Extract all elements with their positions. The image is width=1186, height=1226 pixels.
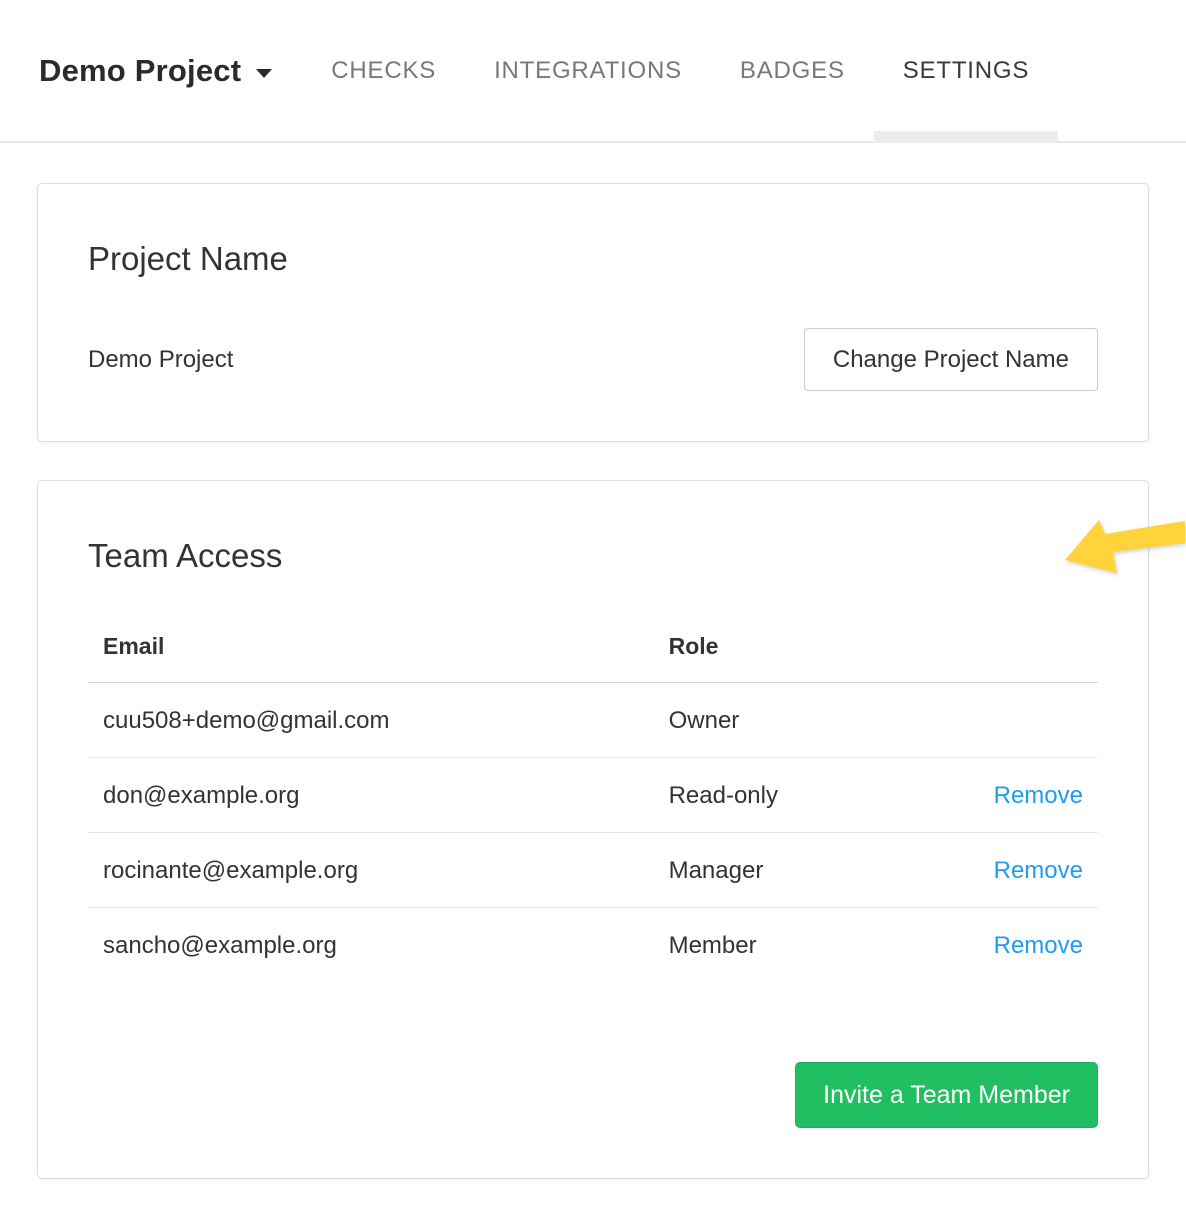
invite-row: Invite a Team Member — [88, 1062, 1098, 1128]
project-name-title: Project Name — [88, 240, 1098, 278]
remove-member-link[interactable]: Remove — [994, 932, 1083, 959]
table-row: rocinante@example.org Manager Remove — [88, 833, 1098, 908]
member-role: Owner — [654, 683, 957, 758]
remove-member-link[interactable]: Remove — [994, 857, 1083, 884]
column-header-action — [957, 603, 1098, 683]
remove-member-link[interactable]: Remove — [994, 782, 1083, 809]
project-name-card: Project Name Demo Project Change Project… — [37, 183, 1149, 442]
column-header-email: Email — [88, 603, 654, 683]
tab-settings-label: SETTINGS — [903, 57, 1029, 85]
caret-down-icon — [256, 69, 272, 78]
member-role: Manager — [654, 833, 957, 908]
settings-page: Demo Project CHECKS INTEGRATIONS BADGES … — [0, 0, 1186, 1226]
member-email: rocinante@example.org — [88, 833, 654, 908]
team-access-card: Team Access Email Role cuu508+demo@gmail… — [37, 480, 1149, 1179]
team-access-title: Team Access — [88, 537, 1098, 575]
member-email: sancho@example.org — [88, 908, 654, 983]
tab-checks[interactable]: CHECKS — [302, 0, 465, 141]
member-action-cell: Remove — [957, 758, 1098, 833]
table-row: don@example.org Read-only Remove — [88, 758, 1098, 833]
project-dropdown[interactable]: Demo Project — [39, 53, 272, 89]
member-role: Read-only — [654, 758, 957, 833]
project-name-row: Demo Project Change Project Name — [88, 328, 1098, 391]
table-row: cuu508+demo@gmail.com Owner — [88, 683, 1098, 758]
member-action-cell: Remove — [957, 833, 1098, 908]
project-name-value: Demo Project — [88, 346, 233, 374]
change-project-name-button[interactable]: Change Project Name — [804, 328, 1098, 391]
project-dropdown-label: Demo Project — [39, 53, 241, 89]
table-header-row: Email Role — [88, 603, 1098, 683]
member-role: Member — [654, 908, 957, 983]
column-header-role: Role — [654, 603, 957, 683]
top-nav: Demo Project CHECKS INTEGRATIONS BADGES … — [0, 0, 1186, 143]
tab-integrations[interactable]: INTEGRATIONS — [465, 0, 711, 141]
tab-settings[interactable]: SETTINGS — [874, 0, 1058, 141]
tab-badges[interactable]: BADGES — [711, 0, 874, 141]
member-action-cell: Remove — [957, 908, 1098, 983]
table-row: sancho@example.org Member Remove — [88, 908, 1098, 983]
nav-tabs: CHECKS INTEGRATIONS BADGES SETTINGS — [302, 0, 1058, 141]
member-email: cuu508+demo@gmail.com — [88, 683, 654, 758]
member-email: don@example.org — [88, 758, 654, 833]
invite-team-member-button[interactable]: Invite a Team Member — [795, 1062, 1098, 1128]
team-table: Email Role cuu508+demo@gmail.com Owner d… — [88, 603, 1098, 982]
member-action-cell — [957, 683, 1098, 758]
active-tab-indicator — [874, 131, 1058, 143]
